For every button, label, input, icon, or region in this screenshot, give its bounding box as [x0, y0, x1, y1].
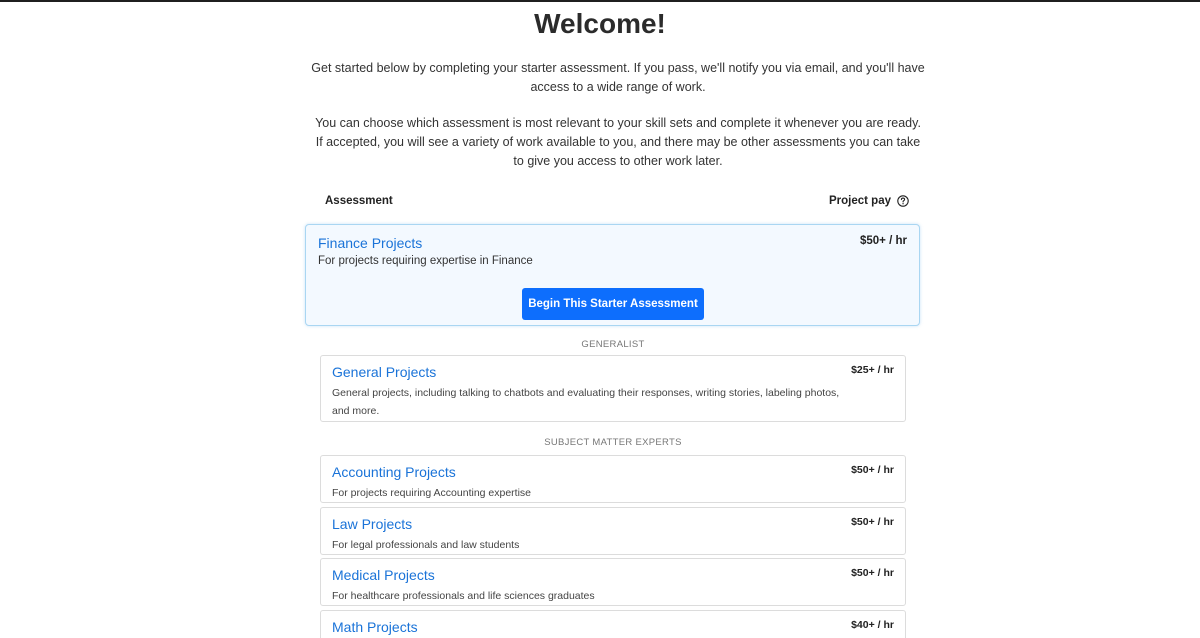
assessment-card-math[interactable]: Math Projects $40+ / hr [320, 610, 906, 638]
assessment-card-general[interactable]: General Projects General projects, inclu… [320, 355, 906, 422]
card-pay-general: $25+ / hr [851, 364, 894, 376]
column-header-project-pay: Project pay [829, 195, 909, 207]
assessment-card-medical[interactable]: Medical Projects For healthcare professi… [320, 558, 906, 606]
assessment-card-law[interactable]: Law Projects For legal professionals and… [320, 507, 906, 555]
card-title-general[interactable]: General Projects [332, 364, 436, 380]
column-header-assessment: Assessment [325, 195, 393, 207]
intro-paragraph-1: Get started below by completing your sta… [311, 61, 925, 94]
card-pay-accounting: $50+ / hr [851, 464, 894, 476]
featured-card-title[interactable]: Finance Projects [318, 235, 422, 251]
card-pay-medical: $50+ / hr [851, 567, 894, 579]
card-description-law: For legal professionals and law students [332, 539, 520, 551]
section-label-generalist: GENERALIST [581, 339, 645, 350]
card-pay-law: $50+ / hr [851, 516, 894, 528]
card-title-law[interactable]: Law Projects [332, 516, 412, 532]
question-circle-icon[interactable] [897, 195, 909, 207]
card-title-math[interactable]: Math Projects [332, 619, 418, 635]
section-label-subject-matter-experts: SUBJECT MATTER EXPERTS [544, 437, 682, 448]
page: Welcome! Get started below by completing… [0, 0, 1200, 638]
intro-paragraph-2: You can choose which assessment is most … [315, 116, 921, 168]
featured-card-pay: $50+ / hr [860, 235, 907, 247]
card-description-medical: For healthcare professionals and life sc… [332, 590, 595, 602]
card-pay-math: $40+ / hr [851, 619, 894, 631]
card-description-general: General projects, including talking to c… [332, 387, 840, 417]
card-title-medical[interactable]: Medical Projects [332, 567, 435, 583]
featured-card-description: For projects requiring expertise in Fina… [318, 255, 533, 267]
featured-assessment-card[interactable]: Finance Projects For projects requiring … [305, 224, 920, 326]
page-title: Welcome! [534, 8, 666, 39]
begin-starter-assessment-button[interactable]: Begin This Starter Assessment [522, 288, 704, 320]
assessment-card-accounting[interactable]: Accounting Projects For projects requiri… [320, 455, 906, 503]
card-description-accounting: For projects requiring Accounting expert… [332, 487, 532, 499]
card-title-accounting[interactable]: Accounting Projects [332, 464, 456, 480]
project-pay-label: Project pay [829, 195, 891, 207]
